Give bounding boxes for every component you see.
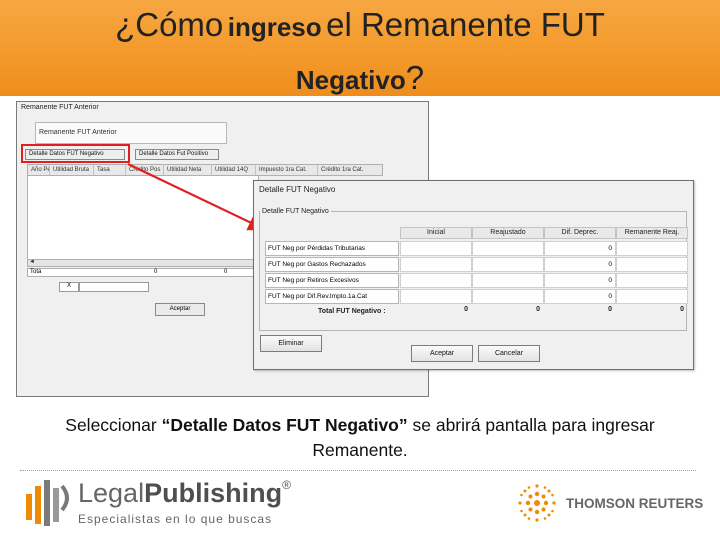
slide-header: ¿Cómo ingreso el Remanente FUT Negativo? xyxy=(0,0,720,96)
front-window-title: Detalle FUT Negativo xyxy=(259,185,336,194)
caption-pre: Seleccionar xyxy=(65,415,162,435)
table-row: FUT Neg por Gastos Rechazados 0 xyxy=(265,257,689,272)
col-inicial: Inicial xyxy=(400,227,472,239)
cell-remanente[interactable] xyxy=(616,289,688,304)
grid-total-label: Tota xyxy=(30,269,42,275)
grid-body[interactable] xyxy=(27,176,259,260)
col-reajustado: Reajustado xyxy=(472,227,544,239)
legal-publishing-tagline: Especialistas en lo que buscas xyxy=(78,512,273,526)
scroll-left-icon[interactable]: ◄ xyxy=(29,259,35,265)
footer-divider xyxy=(20,470,696,471)
remanente-field-label: Remanente FUT Anterior xyxy=(39,129,117,136)
col-remanente-reaj: Remanente Reaj. xyxy=(616,227,688,239)
brand-legal: Legal xyxy=(78,478,145,508)
table-row: FUT Neg por Pérdidas Tributarias 0 xyxy=(265,241,689,256)
cell-remanente[interactable] xyxy=(616,257,688,272)
brand-registered: ® xyxy=(282,478,291,492)
grid-total-value-2: 0 xyxy=(224,269,228,275)
cell-inicial[interactable] xyxy=(400,289,472,304)
highlight-box xyxy=(21,144,130,163)
thomson-reuters-dot-icon xyxy=(518,484,556,522)
grid-col-5: Utilidad 14Q xyxy=(212,165,256,175)
col-dif-deprec: Dif. Deprec. xyxy=(544,227,616,239)
title-word-1: ¿Cómo xyxy=(115,6,224,43)
total-reajustado: 0 xyxy=(536,306,540,313)
grid-total-value: 0 xyxy=(154,269,158,275)
cell-remanente[interactable] xyxy=(616,273,688,288)
legal-publishing-wordmark: LegalPublishing® xyxy=(78,478,291,509)
grid-col-6: Impuesto 1ra Cat. xyxy=(256,165,318,175)
title-line-2: Negativo xyxy=(295,65,406,95)
thomson-reuters-wordmark: THOMSON REUTERS xyxy=(566,496,704,511)
legal-publishing-logo: LegalPublishing® Especialistas en lo que… xyxy=(20,476,291,532)
cell-reajustado[interactable] xyxy=(472,241,544,256)
row-label: FUT Neg por Dif.Rev.Impto.1a.Cat xyxy=(265,289,399,304)
back-window-title: Remanente FUT Anterior xyxy=(21,104,99,111)
table-row: FUT Neg por Dif.Rev.Impto.1a.Cat 0 xyxy=(265,289,689,304)
grid-header: Año Per Utilidad Bruta Tasa Crédito Pos … xyxy=(27,164,383,176)
total-dif-deprec: 0 xyxy=(608,306,612,313)
combo-field[interactable] xyxy=(79,282,149,292)
thomson-reuters-logo: THOMSON REUTERS xyxy=(510,480,710,526)
cell-reajustado[interactable] xyxy=(472,289,544,304)
brand-publishing: Publishing xyxy=(144,478,283,508)
row-label: FUT Neg por Retiros Excesivos xyxy=(265,273,399,288)
title-word-3: el Remanente FUT xyxy=(326,6,605,43)
back-accept-button[interactable]: Aceptar xyxy=(155,303,205,316)
cell-reajustado[interactable] xyxy=(472,257,544,272)
cell-dif-deprec[interactable]: 0 xyxy=(544,257,616,272)
row-label: FUT Neg por Pérdidas Tributarias xyxy=(265,241,399,256)
cell-reajustado[interactable] xyxy=(472,273,544,288)
legal-publishing-mark-icon xyxy=(26,480,69,526)
grid-col-0: Año Per xyxy=(28,165,50,175)
eliminar-button[interactable]: Eliminar xyxy=(260,335,322,352)
total-remanente: 0 xyxy=(680,306,684,313)
grid-col-2: Tasa xyxy=(94,165,126,175)
cell-inicial[interactable] xyxy=(400,241,472,256)
cell-inicial[interactable] xyxy=(400,257,472,272)
grid-col-1: Utilidad Bruta xyxy=(50,165,94,175)
slide-title: ¿Cómo ingreso el Remanente FUT Negativo? xyxy=(0,2,720,108)
horizontal-scrollbar[interactable]: ◄ xyxy=(27,259,259,267)
detalle-fut-positivo-button[interactable]: Detalle Datos Fut Positivo xyxy=(135,149,219,160)
cell-remanente[interactable] xyxy=(616,241,688,256)
grid-total-row: Tota 0 0 xyxy=(27,268,259,277)
total-fut-negativo-label: Total FUT Negativo : xyxy=(318,308,386,315)
table-row: FUT Neg por Retiros Excesivos 0 xyxy=(265,273,689,288)
title-word-2: ingreso xyxy=(227,12,322,42)
grid-col-7: Crédito 1ra Cat. xyxy=(321,167,364,173)
grid-col-3: Crédito Pos xyxy=(126,165,164,175)
combo-clear-button[interactable]: X xyxy=(59,282,79,292)
group-label: Detalle FUT Negativo xyxy=(260,208,331,215)
caption-bold: “Detalle Datos FUT Negativo” xyxy=(161,415,408,435)
cell-dif-deprec[interactable]: 0 xyxy=(544,289,616,304)
row-label: FUT Neg por Gastos Rechazados xyxy=(265,257,399,272)
cell-dif-deprec[interactable]: 0 xyxy=(544,241,616,256)
cancelar-button[interactable]: Cancelar xyxy=(478,345,540,362)
grid-col-4: Utilidad Neta xyxy=(164,165,212,175)
cell-dif-deprec[interactable]: 0 xyxy=(544,273,616,288)
detalle-fut-negativo-window: Detalle FUT Negativo Detalle FUT Negativ… xyxy=(253,180,694,370)
remanente-field-box: Remanente FUT Anterior xyxy=(35,122,227,144)
title-question: ? xyxy=(405,59,425,96)
cell-inicial[interactable] xyxy=(400,273,472,288)
instruction-caption: Seleccionar “Detalle Datos FUT Negativo”… xyxy=(40,413,680,463)
aceptar-button[interactable]: Aceptar xyxy=(411,345,473,362)
total-inicial: 0 xyxy=(464,306,468,313)
